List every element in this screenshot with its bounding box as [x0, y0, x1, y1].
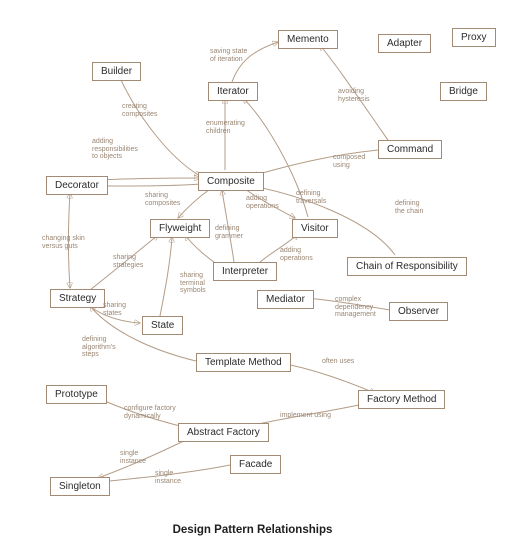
label-saving-state: saving stateof iteration [210, 48, 247, 63]
label-often-uses: often uses [322, 358, 354, 366]
node-visitor: Visitor [292, 219, 338, 238]
node-interpreter: Interpreter [213, 262, 277, 281]
node-builder: Builder [92, 62, 141, 81]
node-observer: Observer [389, 302, 448, 321]
node-mediator: Mediator [257, 290, 314, 309]
label-configure-factory: configure factorydynamically [124, 405, 176, 420]
node-flyweight: Flyweight [150, 219, 210, 238]
node-proxy: Proxy [452, 28, 496, 47]
node-chain: Chain of Responsibility [347, 257, 467, 276]
node-template: Template Method [196, 353, 291, 372]
label-avoiding-hysteresis: avoidinghysteresis [338, 88, 370, 103]
label-complex-dep: complexdependencymanagement [335, 296, 376, 319]
node-abstract-factory: Abstract Factory [178, 423, 269, 442]
node-prototype: Prototype [46, 385, 107, 404]
node-strategy: Strategy [50, 289, 105, 308]
label-defining-traversals: definingtraversals [296, 190, 326, 205]
label-implement-using: implement using [280, 412, 331, 420]
diagram-title: Design Pattern Relationships [0, 524, 505, 536]
label-defining-grammer: defininggrammer [215, 225, 243, 240]
node-command: Command [378, 140, 442, 159]
label-adding-resp: addingresponsibilitiesto objects [92, 138, 138, 161]
label-composed-using: composedusing [333, 154, 365, 169]
label-adding-ops2: addingoperations [280, 247, 313, 262]
node-bridge: Bridge [440, 82, 487, 101]
node-facade: Facade [230, 455, 281, 474]
label-adding-ops1: addingoperations [246, 195, 279, 210]
node-iterator: Iterator [208, 82, 258, 101]
node-composite: Composite [198, 172, 264, 191]
node-decorator: Decorator [46, 176, 108, 195]
node-state: State [142, 316, 183, 335]
label-sharing-states: sharingstates [103, 302, 126, 317]
label-changing-skin: changing skinversus guts [42, 235, 85, 250]
label-defining-chain: definingthe chain [395, 200, 423, 215]
label-sharing-strategies: sharingstrategies [113, 254, 143, 269]
node-factory: Factory Method [358, 390, 445, 409]
label-creating-composites: creatingcomposites [122, 103, 157, 118]
node-adapter: Adapter [378, 34, 431, 53]
node-memento: Memento [278, 30, 338, 49]
label-single-instance1: singleinstance [120, 450, 146, 465]
label-sharing-terminal: sharingterminalsymbols [180, 272, 206, 295]
node-singleton: Singleton [50, 477, 110, 496]
label-defining-alg: definingalgorithm'ssteps [82, 336, 116, 359]
label-single-instance2: singleinstance [155, 470, 181, 485]
label-enumerating: enumeratingchildren [206, 120, 245, 135]
label-sharing-composites: sharingcomposites [145, 192, 180, 207]
